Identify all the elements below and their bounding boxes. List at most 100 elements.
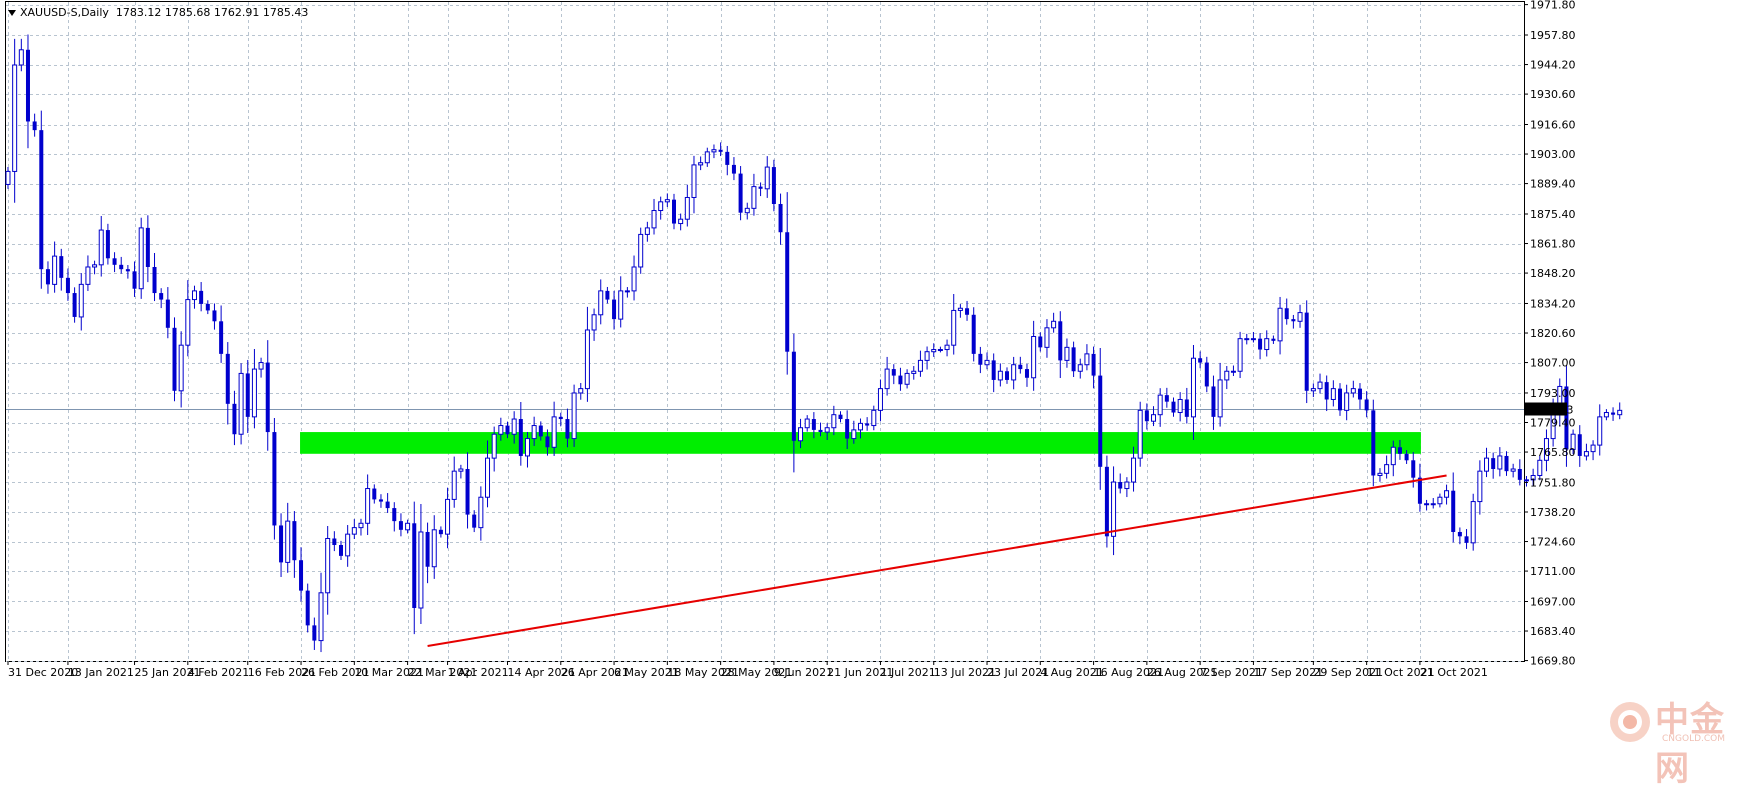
candle-body-bear — [1304, 312, 1309, 391]
candle-body-bear — [392, 508, 397, 522]
candle-body-bull — [917, 359, 923, 372]
price-tick-label: 1807.00 — [1530, 357, 1576, 370]
candle-body-bull — [325, 537, 331, 594]
candle-body-bull — [458, 468, 464, 472]
candle-body-bull — [1190, 357, 1196, 418]
candle-body-bear — [1517, 468, 1522, 480]
candle-body-bull — [1484, 457, 1490, 472]
candle-body-bear — [145, 227, 150, 267]
time-tick-label: 13 Jan 2021 — [68, 666, 134, 679]
candle-body-bear — [1005, 371, 1009, 380]
candle-body-bull — [871, 409, 877, 427]
candle-body-bear — [1071, 347, 1076, 372]
candle-body-bear — [771, 167, 776, 205]
candle-body-bear — [558, 416, 563, 420]
candle-body-bull — [924, 351, 930, 361]
candle-body-bear — [412, 523, 417, 609]
candle-body-bull — [684, 196, 690, 220]
candle-body-bull — [318, 592, 324, 642]
candle-body-bull — [178, 344, 184, 392]
candle-body-bear — [1364, 399, 1369, 411]
price-tick-label: 1903.00 — [1530, 148, 1576, 161]
candle-body-bull — [1597, 416, 1603, 446]
price-tick-label: 1861.80 — [1530, 238, 1576, 251]
candle-body-bull — [1124, 481, 1130, 490]
candle-body-bear — [1018, 364, 1023, 370]
candle-body-bear — [738, 173, 743, 213]
candle-body-bull — [445, 498, 451, 535]
candle-body-bull — [351, 527, 357, 535]
candle-body-bear — [425, 531, 430, 567]
candle-body-bear — [725, 151, 730, 165]
candle-body-bull — [804, 418, 810, 429]
candle-body-bear — [32, 121, 37, 131]
candle-body-bull — [711, 149, 717, 153]
candle-body-bull — [598, 290, 604, 316]
candle-body-bull — [1523, 479, 1529, 482]
candle-body-bull — [1510, 468, 1516, 472]
candle-body-bull — [1437, 496, 1443, 505]
candle-body-bear — [232, 403, 237, 435]
candle-body-bear — [1404, 453, 1409, 461]
candle-body-bear — [472, 514, 477, 528]
candle-body-bear — [758, 186, 763, 189]
time-axis[interactable]: 31 Dec 202013 Jan 2021 25 Jan 20214 Feb 2… — [7, 661, 1488, 679]
candle-body-bull — [591, 314, 597, 331]
candle-body-bull — [651, 210, 657, 229]
candle-body-bear — [438, 529, 443, 535]
candle-body-bull — [524, 438, 530, 457]
candle-body-bull — [1444, 490, 1450, 498]
price-tick-label: 1820.60 — [1530, 327, 1576, 340]
candle-body-bear — [372, 488, 377, 500]
candle-body-bull — [644, 227, 650, 235]
candle-body-bear — [1184, 399, 1189, 417]
candle-body-bear — [1338, 388, 1342, 411]
candle-body-bull — [238, 372, 244, 435]
candle-body-bear — [1457, 531, 1462, 537]
candle-body-bear — [1091, 353, 1096, 376]
price-chart[interactable]: 1971.80 1957.80 1944.20 1930.60 1916.60 1903.… — [0, 0, 1743, 762]
candle-body-bear — [1058, 321, 1063, 361]
price-tick-label: 1834.20 — [1530, 297, 1576, 310]
price-tick-label: 1875.40 — [1530, 208, 1576, 221]
price-tick-label: 1930.60 — [1530, 88, 1576, 101]
candle-body-bull — [1077, 364, 1083, 372]
candle-body-bear — [119, 264, 124, 270]
candle-body-bear — [811, 419, 816, 430]
candle-body-bear — [272, 432, 277, 526]
candle-body-bull — [624, 290, 630, 293]
candle-body-bull — [52, 255, 58, 285]
price-tick-label: 1848.20 — [1530, 267, 1576, 280]
candle-body-bear — [199, 290, 204, 304]
candle-body-bear — [279, 525, 284, 563]
candle-body-bull — [884, 368, 890, 390]
candle-body-bear — [1204, 362, 1209, 387]
candle-body-bull — [937, 349, 943, 352]
candle-body-bull — [704, 151, 710, 164]
candle-body-bull — [1250, 338, 1256, 341]
trendline[interactable] — [427, 474, 1447, 647]
candle-body-bear — [1451, 490, 1456, 532]
ohlc-readout: 1783.12 1785.68 1762.91 1785.43 — [115, 6, 309, 19]
price-axis[interactable]: 1971.80 1957.80 1944.20 1930.60 1916.60 1903.… — [1524, 0, 1576, 668]
candle-body-bear — [612, 299, 617, 320]
candle-body-bear — [978, 353, 983, 365]
candle-body-bull — [1157, 394, 1163, 416]
candle-body-bear — [72, 293, 77, 317]
candle-body-bull — [1384, 464, 1390, 474]
candle-body-bull — [1217, 379, 1223, 418]
candle-body-bull — [138, 227, 144, 290]
candle-body-bear — [731, 164, 736, 174]
candle-body-bull — [191, 290, 197, 301]
candle-body-bear — [1464, 536, 1469, 543]
chart-window[interactable]: XAUUSD-S,Daily 1783.12 1785.68 1762.91 1… — [0, 0, 1743, 789]
candle-body-bear — [898, 375, 903, 385]
candle-body-bear — [245, 373, 250, 417]
candle-body-bear — [205, 303, 210, 311]
dropdown-arrow-icon[interactable] — [8, 10, 16, 16]
candle-body-bear — [891, 369, 896, 376]
candle-body-bull — [1497, 455, 1503, 470]
candle-body-bull — [751, 186, 757, 209]
candle-body-bear — [465, 468, 470, 515]
candle-body-bull — [744, 207, 750, 214]
